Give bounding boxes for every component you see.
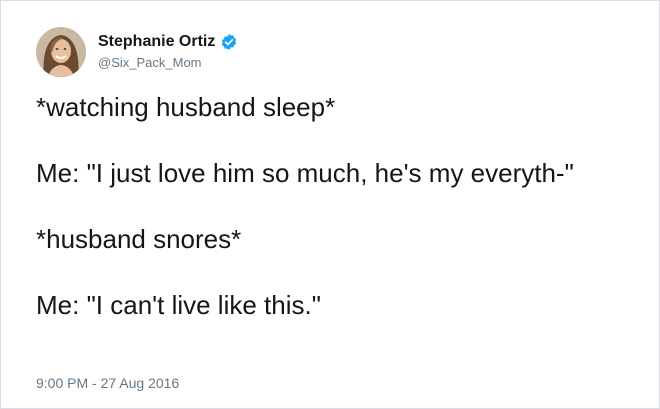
tweet-card: Stephanie Ortiz @Six_Pack_Mom *watching … [0, 0, 660, 409]
name-row: Stephanie Ortiz [98, 32, 238, 52]
avatar-image [36, 27, 86, 77]
display-name[interactable]: Stephanie Ortiz [98, 32, 215, 52]
tweet-timestamp[interactable]: 9:00 PM - 27 Aug 2016 [36, 374, 179, 392]
avatar[interactable] [36, 27, 86, 77]
tweet-line-4: Me: "I can't live like this." [36, 290, 321, 320]
tweet-line-3: *husband snores* [36, 224, 242, 254]
tweet-text: *watching husband sleep* Me: "I just lov… [36, 91, 636, 322]
tweet-header: Stephanie Ortiz @Six_Pack_Mom [36, 27, 238, 77]
verified-badge-icon [220, 33, 238, 51]
tweet-line-2: Me: "I just love him so much, he's my ev… [36, 158, 574, 188]
user-handle[interactable]: @Six_Pack_Mom [98, 54, 238, 72]
tweet-line-1: *watching husband sleep* [36, 92, 336, 122]
user-info: Stephanie Ortiz @Six_Pack_Mom [98, 32, 238, 72]
